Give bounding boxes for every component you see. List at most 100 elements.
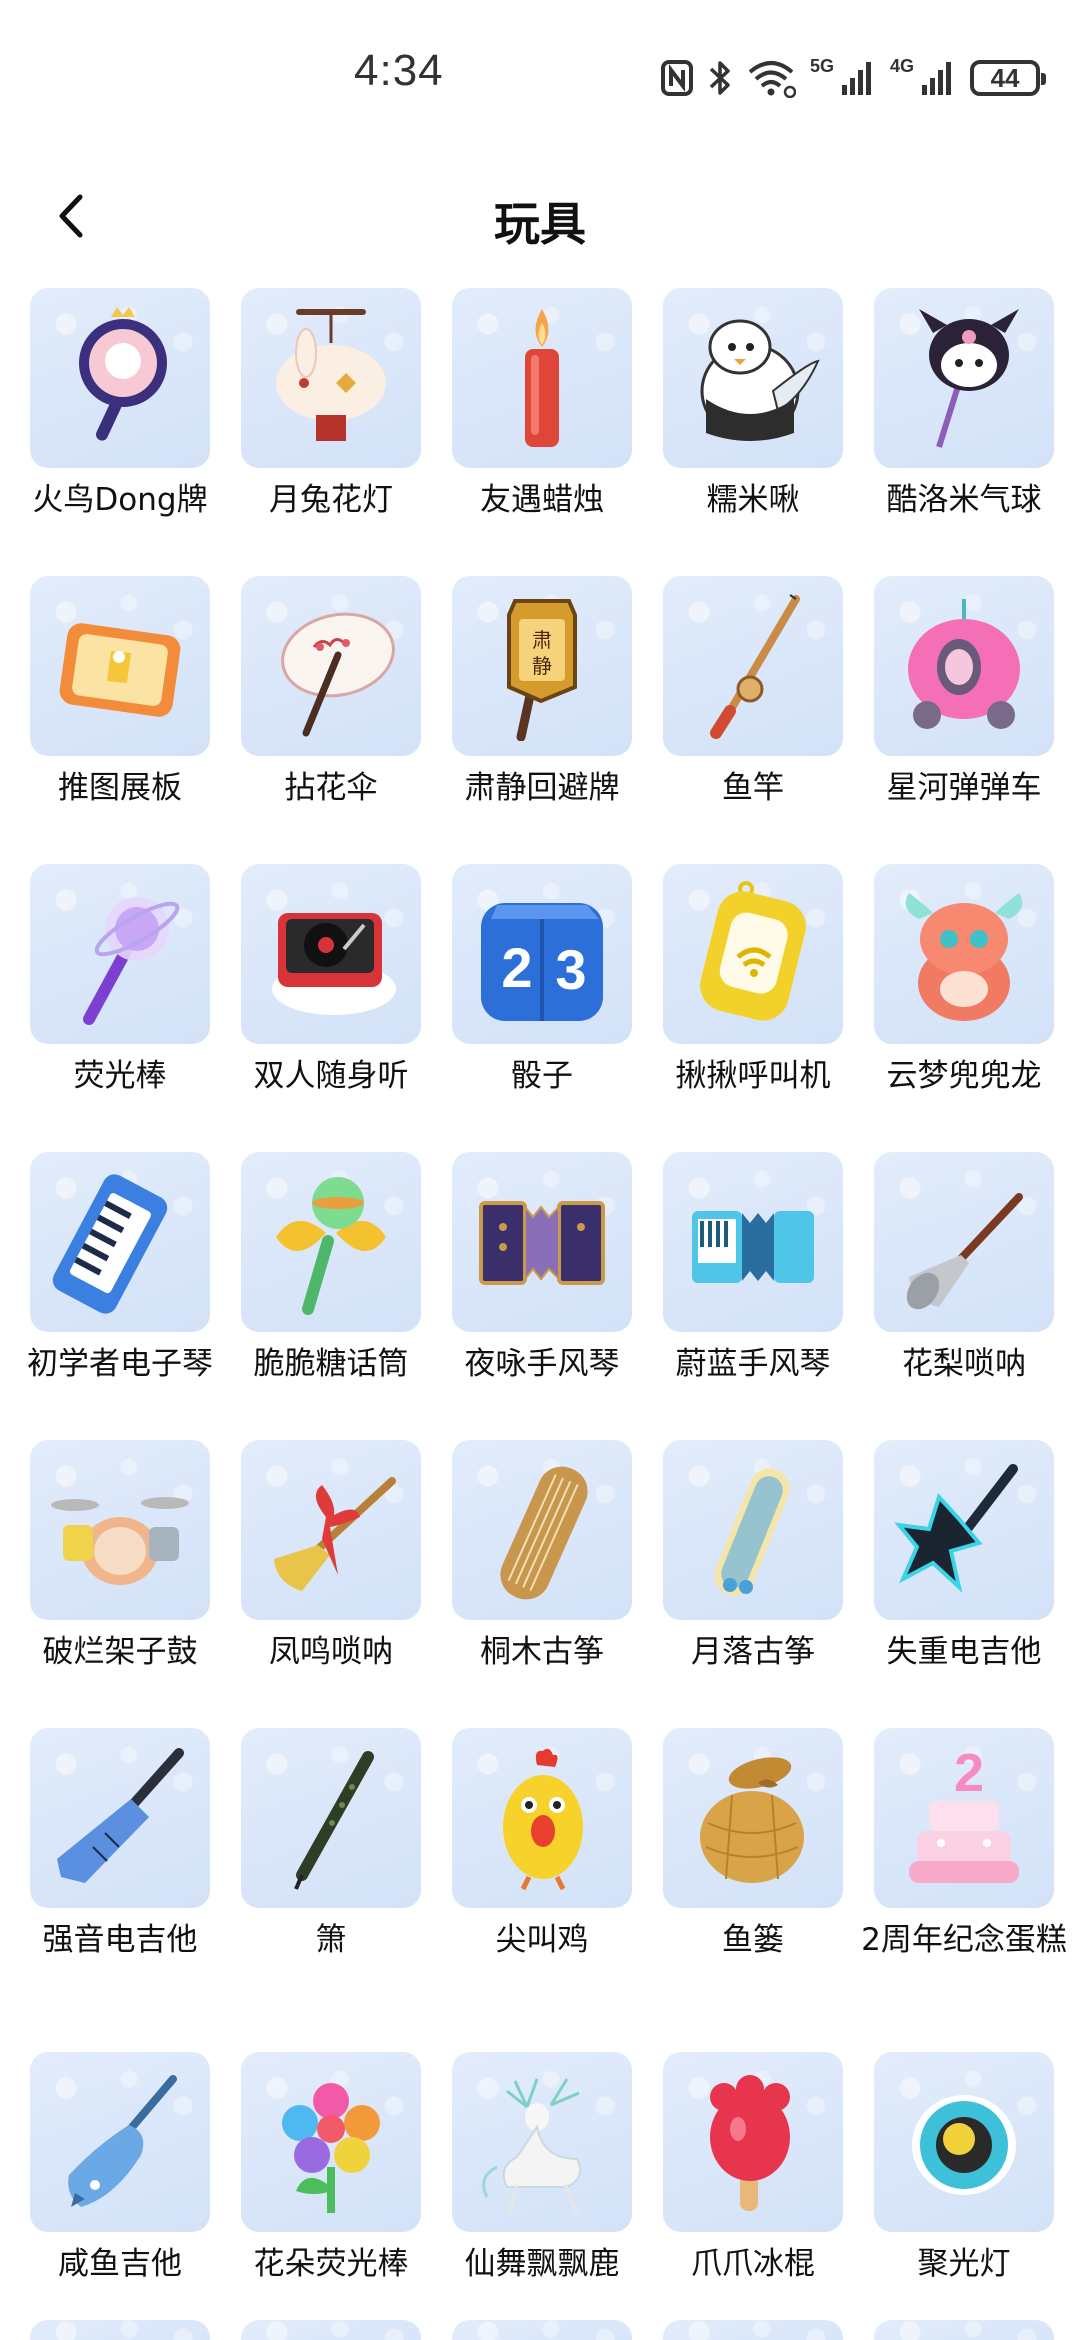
toy-tile — [663, 2320, 843, 2340]
toy-item[interactable]: 失重电吉他 — [859, 1440, 1069, 1672]
penguin-icon — [700, 319, 820, 441]
toy-item[interactable]: 凤鸣唢呐 — [226, 1440, 436, 1672]
toy-item[interactable] — [859, 2320, 1069, 2340]
toy-tile — [452, 1152, 632, 1332]
toy-item[interactable] — [15, 2320, 225, 2340]
display-board-icon — [59, 623, 181, 717]
toy-item[interactable]: 肃 静 肃静回避牌 — [437, 576, 647, 808]
toy-item[interactable]: 月兔花灯 — [226, 288, 436, 520]
toy-item[interactable]: 云梦兜兜龙 — [859, 864, 1069, 1096]
toy-item[interactable]: 花梨唢呐 — [859, 1152, 1069, 1384]
toy-item[interactable]: 推图展板 — [15, 576, 225, 808]
toy-item[interactable]: 星河弹弹车 — [859, 576, 1069, 808]
toy-item[interactable]: 荧光棒 — [15, 864, 225, 1096]
battery-level: 44 — [990, 63, 1020, 93]
toy-label: 友遇蜡烛 — [480, 482, 604, 518]
toy-label: 拈花伞 — [284, 770, 378, 806]
toy-tile — [241, 864, 421, 1044]
toy-item[interactable]: 月落古筝 — [648, 1440, 858, 1672]
star-guitar-icon — [894, 1464, 1018, 1593]
toy-item[interactable]: 咸鱼吉他 — [15, 2052, 225, 2284]
anniversary-cake-icon: 2 — [909, 1743, 1019, 1883]
toy-item[interactable]: 鱼篓 — [648, 1728, 858, 1960]
toy-grid: 火鸟Dong牌 月兔花灯 友遇蜡烛 糯米啾 酷洛米气球 推图展板 拈花伞 肃 静… — [0, 288, 1080, 2340]
toy-label: 凤鸣唢呐 — [269, 1634, 393, 1670]
drum-kit-icon — [51, 1497, 189, 1585]
phoenix-suona-icon — [274, 1477, 396, 1591]
toy-item[interactable]: 揪揪呼叫机 — [648, 864, 858, 1096]
toy-item[interactable] — [648, 2320, 858, 2340]
toy-label: 咸鱼吉他 — [58, 2246, 182, 2282]
toy-item[interactable]: 强音电吉他 — [15, 1728, 225, 1960]
network-4g-label: 4G — [890, 55, 915, 76]
toy-item[interactable]: 夜咏手风琴 — [437, 1152, 647, 1384]
toy-tile — [241, 2320, 421, 2340]
flute-icon — [294, 1751, 374, 1890]
rabbit-lantern-icon — [276, 309, 386, 441]
fish-basket-icon — [700, 1757, 804, 1883]
toy-item[interactable]: 尖叫鸡 — [437, 1728, 647, 1960]
toy-tile — [30, 1152, 210, 1332]
toy-item[interactable]: 糯米啾 — [648, 288, 858, 520]
electric-guitar-icon — [57, 1748, 184, 1883]
toy-label: 鱼篓 — [722, 1922, 784, 1958]
kuromi-balloon-icon — [919, 309, 1019, 448]
toy-tile — [30, 864, 210, 1044]
toy-tile — [663, 576, 843, 756]
svg-text:2: 2 — [954, 1743, 984, 1803]
toy-tile — [30, 1728, 210, 1908]
svg-text:肃: 肃 — [532, 628, 552, 652]
svg-text:3: 3 — [555, 938, 586, 1001]
toy-label: 骰子 — [511, 1058, 573, 1094]
toy-item[interactable]: 聚光灯 — [859, 2052, 1069, 2284]
toy-label: 尖叫鸡 — [495, 1922, 589, 1958]
toy-label: 桐木古筝 — [480, 1634, 604, 1670]
bumper-car-icon — [908, 599, 1020, 729]
flower-balloon-icon — [282, 2083, 380, 2213]
toy-label: 破烂架子鼓 — [42, 1634, 198, 1670]
candle-icon — [525, 309, 559, 447]
candy-microphone-icon — [276, 1177, 386, 1315]
toy-item[interactable] — [437, 2320, 647, 2340]
toy-item[interactable]: 脆脆糖话筒 — [226, 1152, 436, 1384]
toy-label: 月兔花灯 — [269, 482, 393, 518]
svg-text:2: 2 — [501, 936, 532, 999]
battery-icon: 44 — [970, 60, 1047, 96]
toy-item[interactable]: 蔚蓝手风琴 — [648, 1152, 858, 1384]
toy-tile — [452, 1440, 632, 1620]
toy-item[interactable]: 酷洛米气球 — [859, 288, 1069, 520]
toy-item[interactable]: 鱼竿 — [648, 576, 858, 808]
toy-item[interactable]: 箫 — [226, 1728, 436, 1960]
toy-item[interactable]: 花朵荧光棒 — [226, 2052, 436, 2284]
toy-tile — [663, 2052, 843, 2232]
toy-item[interactable]: 仙舞飘飘鹿 — [437, 2052, 647, 2284]
toy-item[interactable]: 桐木古筝 — [437, 1440, 647, 1672]
dragon-icon — [905, 893, 1023, 1021]
toy-tile — [874, 576, 1054, 756]
toy-item[interactable]: 友遇蜡烛 — [437, 288, 647, 520]
toy-item[interactable]: 火鸟Dong牌 — [15, 288, 225, 520]
toy-tile — [874, 1152, 1054, 1332]
toy-item[interactable]: 拈花伞 — [226, 576, 436, 808]
toy-tile — [874, 2320, 1054, 2340]
toy-item[interactable] — [226, 2320, 436, 2340]
toy-label: 推图展板 — [58, 770, 182, 806]
toy-tile — [241, 2052, 421, 2232]
toy-tile — [874, 864, 1054, 1044]
toy-tile — [452, 288, 632, 468]
toy-item[interactable]: 爪爪冰棍 — [648, 2052, 858, 2284]
status-bar: 4:34 5G 4G 44 — [0, 0, 1080, 150]
dice-icon: 2 3 — [481, 903, 603, 1021]
toy-tile — [663, 1440, 843, 1620]
toy-tile — [241, 1440, 421, 1620]
toy-tile — [452, 2052, 632, 2232]
toy-item[interactable]: 初学者电子琴 — [15, 1152, 225, 1384]
record-player-icon — [272, 913, 396, 1015]
signal-4g-icon — [922, 62, 952, 95]
toy-tile — [241, 288, 421, 468]
toy-item[interactable]: 双人随身听 — [226, 864, 436, 1096]
toy-item[interactable]: 2 2周年纪念蛋糕 — [859, 1728, 1069, 1960]
toy-tile — [241, 576, 421, 756]
toy-item[interactable]: 破烂架子鼓 — [15, 1440, 225, 1672]
toy-item[interactable]: 2 3 骰子 — [437, 864, 647, 1096]
